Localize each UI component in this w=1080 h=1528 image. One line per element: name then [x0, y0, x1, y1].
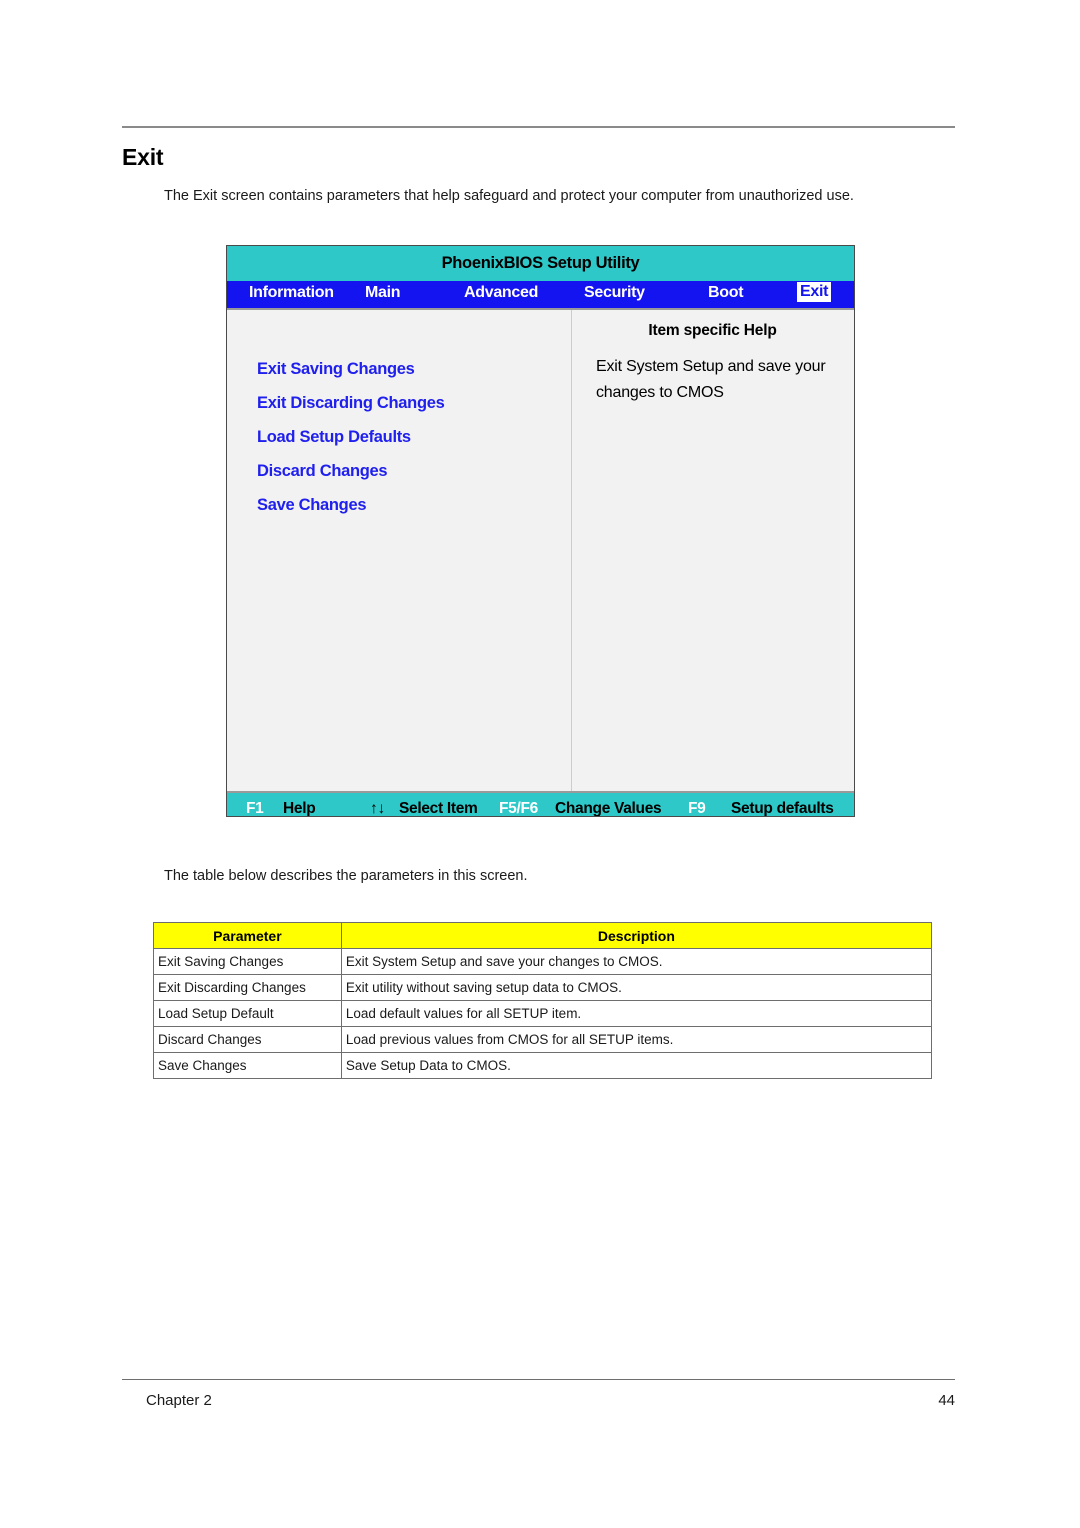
key-f5-f6-label: Change Values — [555, 800, 662, 817]
bios-option-exit-discarding-changes[interactable]: Exit Discarding Changes — [257, 386, 557, 420]
arrow-updown-icon: ↑↓ — [370, 800, 385, 817]
cell-parameter: Load Setup Default — [153, 1000, 342, 1027]
cell-description: Load previous values from CMOS for all S… — [340, 1026, 933, 1053]
bios-menu-bar: Information Main Advanced Security Boot … — [227, 281, 854, 310]
help-text-line-2: changes to CMOS — [596, 384, 724, 401]
key-arrows-label: Select Item — [399, 800, 478, 817]
key-f5-f6: F5/F6 — [499, 800, 538, 817]
bios-option-exit-saving-changes[interactable]: Exit Saving Changes — [257, 352, 557, 386]
help-panel-text: Exit System Setup and save your changes … — [596, 354, 851, 406]
help-panel-title: Item specific Help — [648, 322, 777, 339]
help-text-line-1: Exit System Setup and save your — [596, 358, 826, 375]
table-row: Save Changes Save Setup Data to CMOS. — [153, 1052, 933, 1079]
bios-key-legend-bar: F1 Help ↑↓ Select Item F5/F6 Change Valu… — [227, 791, 854, 817]
key-f9: F9 — [688, 800, 706, 817]
parameter-description-table: Parameter Description Exit Saving Change… — [153, 922, 933, 1079]
column-header-description: Description — [340, 922, 933, 949]
bios-tab-security[interactable]: Security — [584, 284, 645, 302]
footer-chapter-label: Chapter 2 — [146, 1392, 212, 1409]
cell-parameter: Exit Discarding Changes — [153, 974, 342, 1001]
bios-tab-advanced[interactable]: Advanced — [464, 284, 538, 302]
cell-parameter: Exit Saving Changes — [153, 948, 342, 975]
key-f1: F1 — [246, 800, 264, 817]
cell-description: Load default values for all SETUP item. — [340, 1000, 933, 1027]
cell-description: Save Setup Data to CMOS. — [340, 1052, 933, 1079]
bios-setup-screenshot: PhoenixBIOS Setup Utility Information Ma… — [226, 245, 855, 817]
table-row: Load Setup Default Load default values f… — [153, 1000, 933, 1027]
bios-key-legend-row-1: F1 Help ↑↓ Select Item F5/F6 Change Valu… — [227, 793, 854, 817]
bios-option-discard-changes[interactable]: Discard Changes — [257, 454, 557, 488]
bios-body: Item specific Help Exit System Setup and… — [227, 310, 854, 791]
key-f9-label: Setup defaults — [731, 800, 834, 817]
table-row: Exit Saving Changes Exit System Setup an… — [153, 948, 933, 975]
bios-option-list: Exit Saving Changes Exit Discarding Chan… — [257, 352, 557, 522]
bios-tab-exit[interactable]: Exit — [796, 282, 832, 302]
cell-description: Exit utility without saving setup data t… — [340, 974, 933, 1001]
document-page: Exit The Exit screen contains parameters… — [0, 0, 1080, 1528]
cell-parameter: Save Changes — [153, 1052, 342, 1079]
cell-parameter: Discard Changes — [153, 1026, 342, 1053]
bios-title-bar: PhoenixBIOS Setup Utility — [227, 246, 854, 281]
footer-divider — [122, 1379, 955, 1380]
bios-tab-information[interactable]: Information — [249, 284, 334, 302]
table-intro-paragraph: The table below describes the parameters… — [164, 868, 528, 884]
table-row: Exit Discarding Changes Exit utility wit… — [153, 974, 933, 1001]
bios-option-load-setup-defaults[interactable]: Load Setup Defaults — [257, 420, 557, 454]
intro-paragraph: The Exit screen contains parameters that… — [164, 188, 854, 204]
bios-option-save-changes[interactable]: Save Changes — [257, 488, 557, 522]
key-f1-label: Help — [283, 800, 316, 817]
table-header-row: Parameter Description — [153, 922, 933, 949]
help-panel-divider — [571, 310, 572, 791]
page-title: Exit — [122, 144, 164, 170]
cell-description: Exit System Setup and save your changes … — [340, 948, 933, 975]
footer-page-number: 44 — [938, 1392, 955, 1409]
table-row: Discard Changes Load previous values fro… — [153, 1026, 933, 1053]
bios-tab-main[interactable]: Main — [365, 284, 401, 302]
column-header-parameter: Parameter — [153, 922, 342, 949]
header-divider — [122, 126, 955, 128]
bios-tab-boot[interactable]: Boot — [708, 284, 744, 302]
